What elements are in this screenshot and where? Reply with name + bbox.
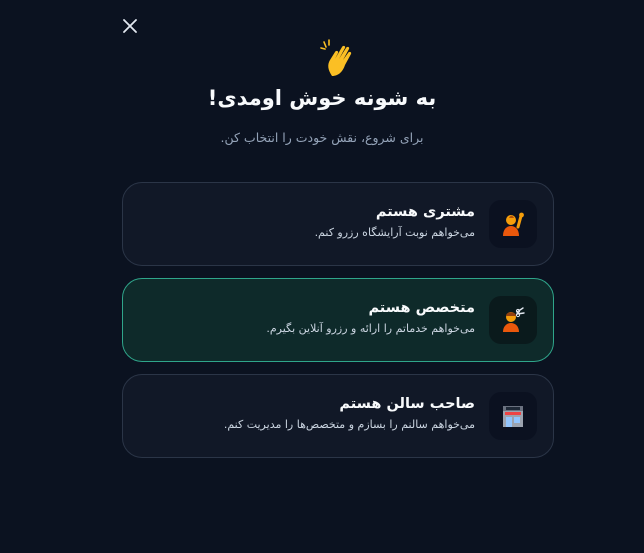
close-button[interactable] bbox=[118, 14, 142, 38]
role-card-description: می‌خواهم نوبت آرایشگاه رزرو کنم. bbox=[314, 226, 475, 239]
close-icon bbox=[123, 19, 137, 33]
person-raising-hand-icon bbox=[503, 212, 524, 236]
role-icon-box bbox=[489, 200, 537, 248]
role-card-title: صاحب سالن هستم bbox=[339, 396, 475, 412]
role-card-title: مشتری هستم bbox=[375, 204, 475, 220]
role-card-texts: متخصص هستم می‌خواهم خدماتم را ارائه و رز… bbox=[266, 300, 475, 335]
role-icon-box bbox=[489, 296, 537, 344]
role-card-texts: مشتری هستم می‌خواهم نوبت آرایشگاه رزرو ک… bbox=[315, 204, 475, 239]
page-title: به شونه خوش اومدی! bbox=[207, 86, 437, 110]
role-card-title: متخصص هستم bbox=[368, 300, 475, 316]
role-card-description: می‌خواهم سالنم را بسازم و متخصص‌ها را مد… bbox=[223, 418, 475, 431]
role-card-texts: صاحب سالن هستم می‌خواهم سالنم را بسازم و… bbox=[224, 396, 475, 431]
role-card-salon-owner[interactable]: صاحب سالن هستم می‌خواهم سالنم را بسازم و… bbox=[122, 374, 554, 458]
salon-storefront-icon bbox=[503, 406, 523, 427]
role-card-specialist[interactable]: متخصص هستم می‌خواهم خدماتم را ارائه و رز… bbox=[122, 278, 554, 362]
role-card-description: می‌خواهم خدماتم را ارائه و رزرو آنلاین ب… bbox=[266, 322, 475, 335]
role-selection-screen: به شونه خوش اومدی! برای شروع، نقش خودت ر… bbox=[0, 0, 644, 553]
role-card-customer[interactable]: مشتری هستم می‌خواهم نوبت آرایشگاه رزرو ک… bbox=[122, 182, 554, 266]
haircut-person-icon bbox=[503, 307, 525, 332]
role-icon-box bbox=[489, 392, 537, 440]
page-subtitle: برای شروع، نقش خودت را انتخاب کن. bbox=[220, 130, 424, 145]
waving-hand-icon bbox=[320, 39, 352, 76]
